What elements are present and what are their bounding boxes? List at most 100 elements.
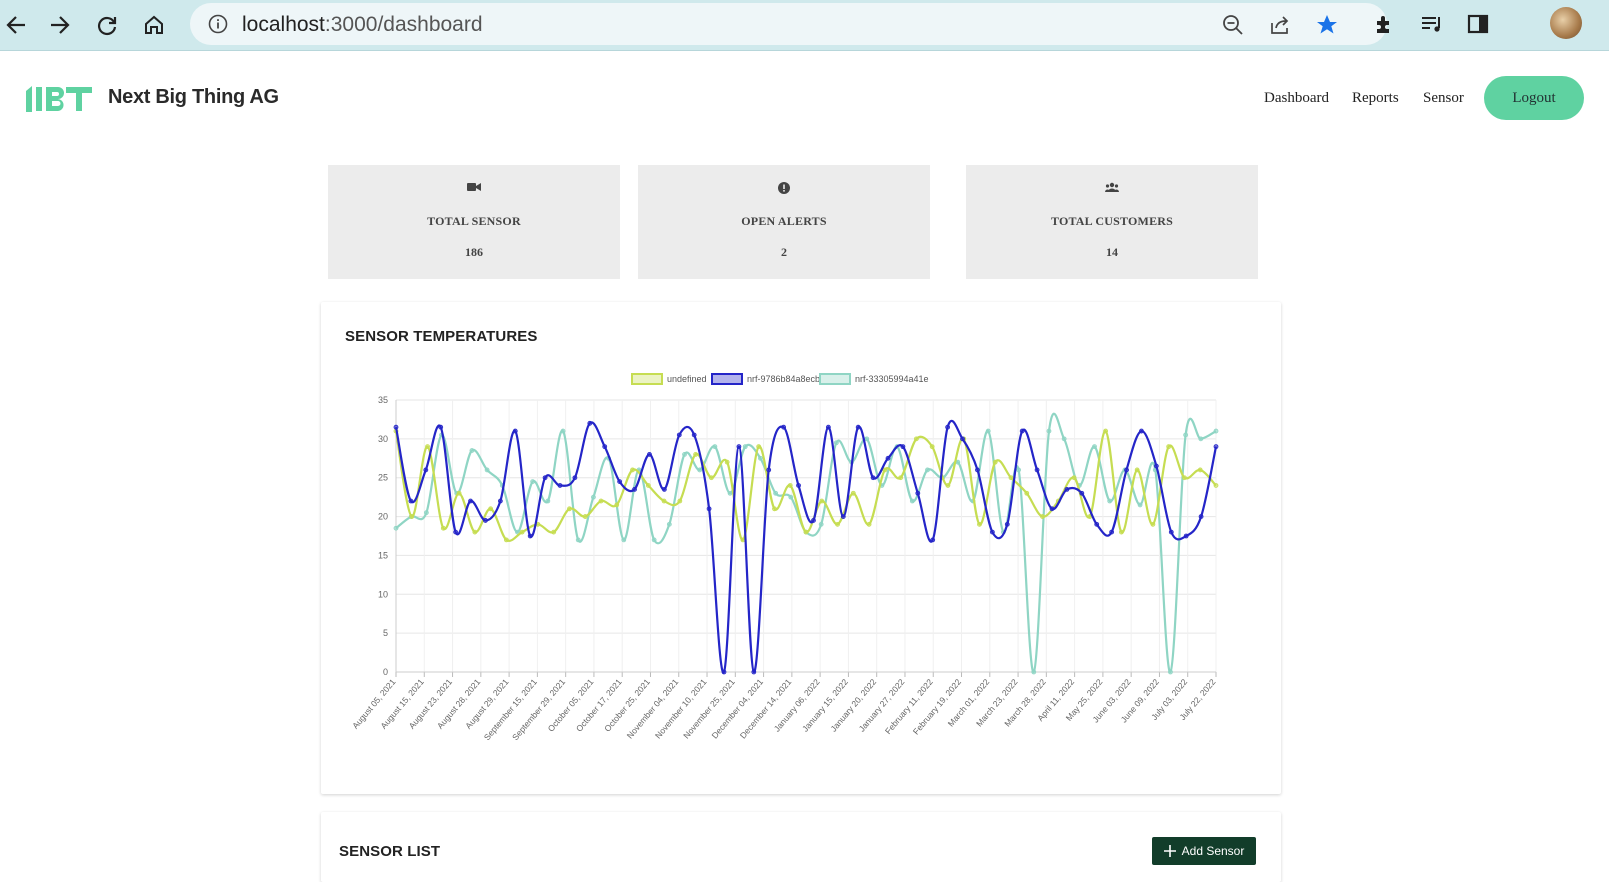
nav-sensor[interactable]: Sensor	[1423, 90, 1464, 107]
site-info-icon[interactable]	[208, 14, 228, 39]
data-point	[542, 475, 548, 481]
data-point	[833, 440, 839, 446]
forward-icon[interactable]	[44, 9, 76, 41]
data-point	[796, 483, 801, 488]
data-point	[1092, 444, 1097, 450]
data-point	[1107, 498, 1113, 504]
data-point	[1049, 506, 1055, 512]
data-point	[1124, 467, 1129, 473]
data-point	[712, 444, 718, 450]
data-point	[989, 529, 995, 535]
brand-name: Next Big Thing AG	[108, 86, 279, 108]
legend-label: nrf-33305994a41e	[855, 374, 929, 384]
data-point	[1213, 444, 1219, 450]
data-point	[468, 498, 473, 504]
data-point	[1183, 432, 1189, 438]
side-panel-icon[interactable]	[1464, 10, 1492, 38]
data-point	[651, 537, 657, 543]
data-point	[469, 448, 475, 453]
data-point	[497, 498, 503, 504]
data-point	[773, 490, 779, 496]
nav-reports[interactable]: Reports	[1352, 90, 1399, 107]
nav-dashboard[interactable]: Dashboard	[1264, 90, 1329, 107]
data-point	[1040, 514, 1045, 519]
reload-icon[interactable]	[91, 9, 123, 41]
data-point	[598, 498, 604, 504]
stat-label: TOTAL CUSTOMERS	[1050, 214, 1174, 228]
zoom-out-icon[interactable]	[1221, 13, 1245, 37]
stat-card-total-customers: TOTAL CUSTOMERS 14	[966, 165, 1258, 279]
data-point	[661, 486, 667, 492]
logout-button[interactable]: Logout	[1484, 76, 1584, 120]
data-point	[484, 467, 490, 473]
chart-title: SENSOR TEMPERATURES	[345, 328, 538, 345]
data-point	[661, 498, 667, 504]
bookmark-star-icon[interactable]	[1315, 13, 1339, 37]
data-point	[742, 444, 748, 450]
data-point	[835, 521, 840, 527]
share-icon[interactable]	[1268, 13, 1292, 37]
x-tick-label: September 15, 2021	[482, 677, 539, 743]
data-point	[1198, 436, 1204, 442]
data-point	[693, 452, 699, 457]
data-point	[1137, 502, 1143, 508]
data-point	[632, 486, 637, 492]
data-point	[1064, 486, 1070, 492]
nbt-logo[interactable]	[24, 83, 94, 120]
data-point	[1134, 467, 1140, 473]
data-point	[930, 537, 936, 543]
stat-value: 2	[781, 245, 787, 259]
data-point	[825, 424, 831, 430]
y-tick-label: 20	[378, 512, 388, 522]
data-point	[591, 494, 596, 500]
data-point	[1198, 514, 1204, 519]
data-point	[621, 537, 627, 543]
x-tick-label: November 10, 2021	[653, 677, 709, 741]
data-point	[1150, 521, 1156, 527]
data-point	[788, 494, 794, 500]
back-icon[interactable]	[0, 9, 32, 41]
data-point	[727, 490, 733, 496]
home-icon[interactable]	[138, 9, 170, 41]
data-point	[393, 525, 399, 531]
data-point	[453, 529, 459, 535]
data-point	[885, 455, 891, 461]
legend-swatch	[711, 373, 743, 385]
data-point	[582, 514, 588, 519]
alert-circle-icon	[638, 182, 930, 198]
data-point	[682, 452, 687, 457]
data-point	[587, 420, 593, 426]
media-playlist-icon[interactable]	[1418, 10, 1446, 38]
y-tick-label: 30	[378, 434, 388, 444]
stat-card-total-sensor: TOTAL SENSOR 186	[328, 165, 620, 279]
users-icon	[966, 182, 1258, 198]
sensor-list-title: SENSOR LIST	[339, 843, 441, 860]
data-point	[557, 483, 563, 488]
data-point	[985, 428, 991, 434]
data-point	[1197, 467, 1203, 473]
data-point	[866, 521, 872, 527]
data-point	[393, 424, 399, 430]
data-point	[1109, 529, 1115, 535]
data-point	[772, 506, 777, 512]
data-point	[1034, 467, 1040, 473]
add-sensor-button[interactable]: Add Sensor	[1152, 837, 1256, 865]
profile-avatar[interactable]	[1550, 7, 1582, 39]
data-point	[724, 459, 730, 465]
data-point	[864, 436, 870, 442]
extensions-icon[interactable]	[1371, 10, 1399, 38]
sensor-list-panel	[321, 812, 1281, 882]
y-tick-label: 0	[383, 667, 388, 677]
data-point	[913, 436, 919, 442]
data-point	[647, 452, 652, 457]
data-point	[697, 467, 703, 473]
address-bar[interactable]: localhost:3000/dashboard	[190, 3, 1387, 45]
data-point	[945, 483, 951, 488]
y-tick-label: 35	[378, 395, 388, 405]
data-point	[440, 525, 446, 531]
data-point	[551, 529, 557, 535]
data-point	[614, 502, 620, 508]
data-point	[1031, 669, 1037, 675]
data-point	[1004, 521, 1010, 527]
url-path: :3000/dashboard	[324, 13, 483, 36]
